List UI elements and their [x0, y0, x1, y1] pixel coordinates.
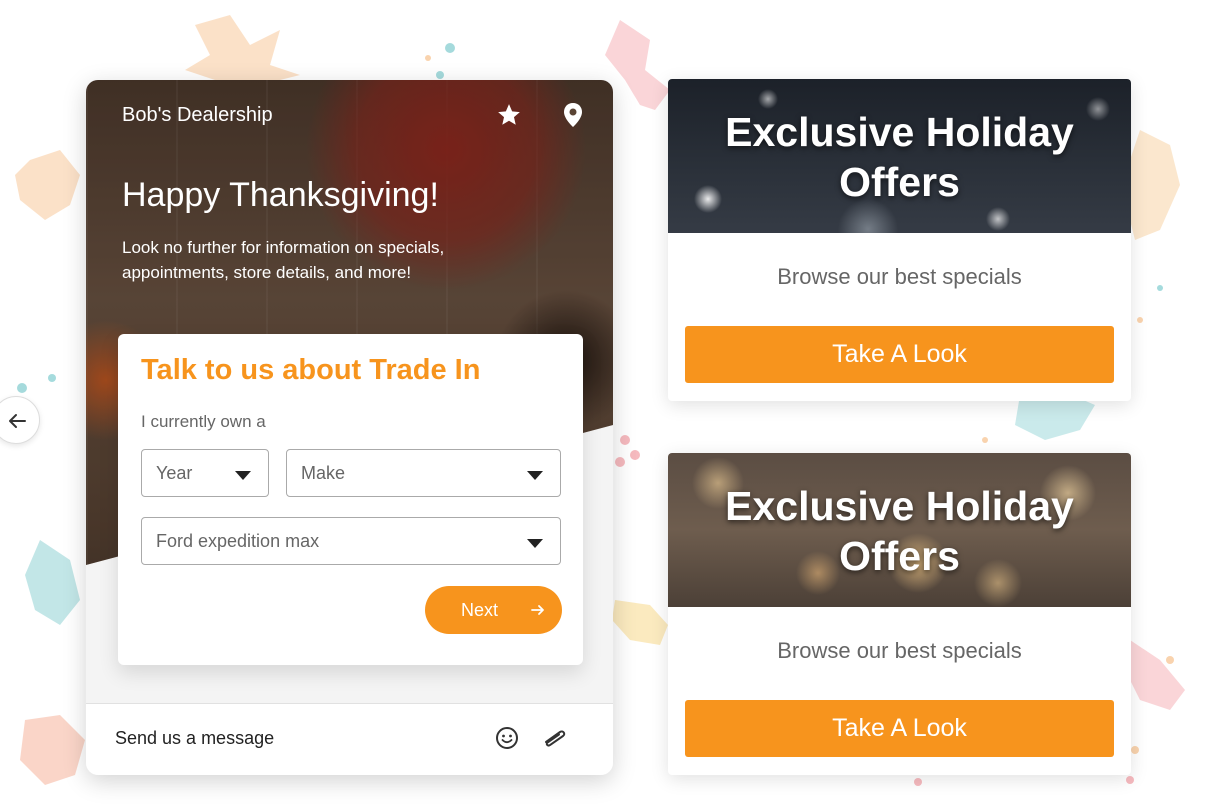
arrow-right-icon	[531, 605, 544, 615]
model-select[interactable]: Ford expedition max	[141, 517, 561, 565]
next-button[interactable]: Next	[425, 586, 562, 634]
promo-heading-line2: Offers	[839, 159, 960, 205]
location-pin-icon[interactable]	[562, 102, 584, 133]
caret-down-icon	[235, 471, 251, 480]
year-select[interactable]: Year	[141, 449, 269, 497]
emoji-icon[interactable]	[495, 726, 519, 755]
form-title: Talk to us about Trade In	[141, 354, 481, 386]
promo-heading-line2: Offers	[839, 533, 960, 579]
message-input[interactable]: Send us a message	[115, 728, 274, 749]
hero-subtitle: Look no further for information on speci…	[122, 238, 445, 282]
promo-subtitle: Browse our best specials	[777, 264, 1022, 289]
take-a-look-label: Take A Look	[832, 714, 967, 742]
chat-widget: Bob's Dealership Happy Thanksgiving! Loo…	[86, 80, 613, 775]
paperclip-icon[interactable]	[540, 726, 568, 755]
make-select[interactable]: Make	[286, 449, 561, 497]
promo-heading: Exclusive Holiday Offers	[668, 107, 1131, 207]
take-a-look-button[interactable]: Take A Look	[685, 700, 1114, 757]
model-select-value: Ford expedition max	[156, 531, 320, 551]
back-button[interactable]	[0, 396, 40, 444]
arrow-left-icon	[9, 414, 26, 428]
promo-heading-line1: Exclusive Holiday	[725, 109, 1074, 155]
caret-down-icon	[527, 539, 543, 548]
hero-heading: Happy Thanksgiving!	[122, 176, 439, 214]
promo-heading: Exclusive Holiday Offers	[668, 481, 1131, 581]
promo-card: Exclusive Holiday Offers Browse our best…	[668, 79, 1131, 401]
take-a-look-button[interactable]: Take A Look	[685, 326, 1114, 383]
message-bar: Send us a message	[86, 703, 613, 775]
next-button-label: Next	[461, 600, 499, 620]
take-a-look-label: Take A Look	[832, 340, 967, 368]
caret-down-icon	[527, 471, 543, 480]
year-select-value: Year	[156, 463, 193, 483]
dealership-name: Bob's Dealership	[122, 104, 273, 126]
make-select-value: Make	[301, 463, 346, 483]
star-icon[interactable]	[496, 102, 522, 133]
promo-heading-line1: Exclusive Holiday	[725, 483, 1074, 529]
promo-subtitle: Browse our best specials	[777, 638, 1022, 663]
promo-card: Exclusive Holiday Offers Browse our best…	[668, 453, 1131, 775]
form-label: I currently own a	[141, 412, 266, 431]
trade-in-form: Talk to us about Trade In I currently ow…	[118, 334, 583, 665]
